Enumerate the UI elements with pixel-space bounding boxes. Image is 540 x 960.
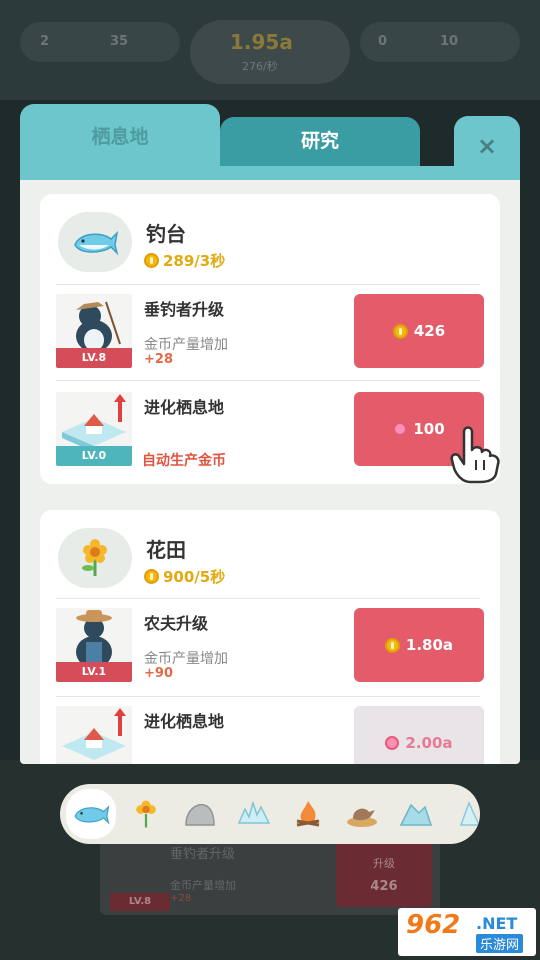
whale-icon	[58, 212, 132, 272]
upgrade-title: 农夫升级	[144, 614, 209, 633]
level-badge: LV.8	[56, 348, 132, 368]
evolve-row: 进化栖息地 2.00a	[56, 706, 484, 764]
iceberg-icon[interactable]	[394, 792, 438, 836]
hud-value: 10	[440, 34, 459, 49]
upgrade-price: 1.80a	[405, 636, 454, 654]
evolve-title: 进化栖息地	[144, 712, 225, 731]
divider	[56, 598, 480, 599]
watermark-cn: 乐游网	[476, 934, 524, 953]
evolve-title: 进化栖息地	[144, 398, 225, 417]
upgrade-row: LV.1 农夫升级 金币产量增加 +90 1.80a	[56, 608, 484, 688]
fisherman-portrait: LV.8	[56, 294, 132, 368]
background-card-value: +28	[170, 893, 192, 904]
site-watermark-logo: 962 .NET 乐游网	[398, 908, 536, 956]
habitat-card: 钓台 289/3秒 LV.8 垂钓者升级 金币产量增加 +28 426 LV.0…	[40, 194, 500, 484]
background-level-badge: LV.8	[110, 893, 170, 911]
campfire-icon[interactable]	[286, 792, 330, 836]
divider	[56, 284, 480, 285]
upgrade-price: 426	[413, 322, 446, 340]
farmer-portrait: LV.1	[56, 608, 132, 682]
evolve-effect: 自动生产金币	[142, 453, 226, 469]
habitat-rate-value: 289/3秒	[163, 252, 226, 270]
whale-icon[interactable]	[66, 789, 116, 839]
tab-research[interactable]: 研究	[220, 117, 420, 167]
upgrade-row: LV.8 垂钓者升级 金币产量增加 +28 426	[56, 294, 484, 374]
upgrade-title: 垂钓者升级	[144, 300, 225, 319]
background-button-label: 升级	[373, 857, 395, 870]
evolve-price: 2.00a	[405, 734, 453, 752]
habitat-rate-value: 900/5秒	[163, 568, 226, 586]
hud-value: 35	[110, 34, 129, 49]
divider	[56, 696, 480, 697]
divider	[56, 380, 480, 381]
habitat-card: 花田 900/5秒 LV.1 农夫升级 金币产量增加 +90 1.80a 进化栖…	[40, 510, 500, 764]
coin-icon	[144, 569, 159, 584]
habitat-selector[interactable]	[60, 784, 480, 844]
bird-nest-icon[interactable]	[340, 792, 384, 836]
ice-shard-icon[interactable]	[448, 792, 480, 836]
background-card-title: 垂钓者升级	[170, 847, 236, 862]
gold-rate: 276/秒	[242, 60, 278, 73]
close-icon: ×	[476, 132, 498, 160]
evolve-row: LV.0 进化栖息地 自动生产金币 100	[56, 392, 484, 472]
evolve-price: 100	[413, 420, 445, 438]
heart-icon	[385, 736, 400, 750]
coin-icon	[392, 323, 408, 339]
background-upgrade-button: 升级 426	[336, 843, 432, 907]
background-hud: 2 35 1.95a 276/秒 0 10	[0, 0, 540, 100]
habitat-evolve-portrait	[56, 706, 132, 764]
hud-value: 2	[40, 34, 50, 49]
rock-icon[interactable]	[178, 792, 222, 836]
heart-icon	[393, 422, 408, 436]
gold-total-display: 1.95a 276/秒	[190, 20, 350, 84]
level-badge: LV.0	[56, 446, 132, 466]
habitat-rate: 900/5秒	[144, 566, 225, 587]
habitat-evolve-portrait: LV.0	[56, 392, 132, 466]
pointer-hand-icon	[450, 424, 504, 484]
upgrade-value: +28	[144, 352, 173, 367]
hud-value: 0	[378, 34, 388, 49]
habitat-panel: 栖息地 研究 × 钓台 289/3秒 LV.8 垂钓者升级 金币产量增加 +28…	[20, 104, 520, 764]
evolve-button[interactable]: 2.00a	[354, 706, 484, 764]
ice-icon[interactable]	[232, 792, 276, 836]
level-badge: LV.1	[56, 662, 132, 682]
habitat-rate: 289/3秒	[144, 250, 225, 271]
gold-total: 1.95a	[230, 30, 293, 54]
background-card-desc: 金币产量增加	[170, 879, 236, 892]
flower-icon	[58, 528, 132, 588]
background-button-price: 426	[370, 879, 398, 894]
habitat-list[interactable]: 钓台 289/3秒 LV.8 垂钓者升级 金币产量增加 +28 426 LV.0…	[20, 166, 520, 764]
background-upgrade-card: LV.8 垂钓者升级 金币产量增加 +28 升级 426	[100, 835, 440, 915]
upgrade-desc: 金币产量增加	[144, 337, 228, 353]
habitat-name: 花田	[146, 538, 186, 562]
coin-icon	[384, 637, 400, 653]
upgrade-value: +90	[144, 666, 173, 681]
flower-icon[interactable]	[124, 792, 168, 836]
upgrade-desc: 金币产量增加	[144, 651, 228, 667]
watermark-number: 962	[406, 910, 461, 940]
upgrade-button[interactable]: 1.80a	[354, 608, 484, 682]
habitat-name: 钓台	[146, 222, 186, 246]
upgrade-button[interactable]: 426	[354, 294, 484, 368]
coin-icon	[144, 253, 159, 268]
watermark-net: .NET	[476, 914, 518, 933]
